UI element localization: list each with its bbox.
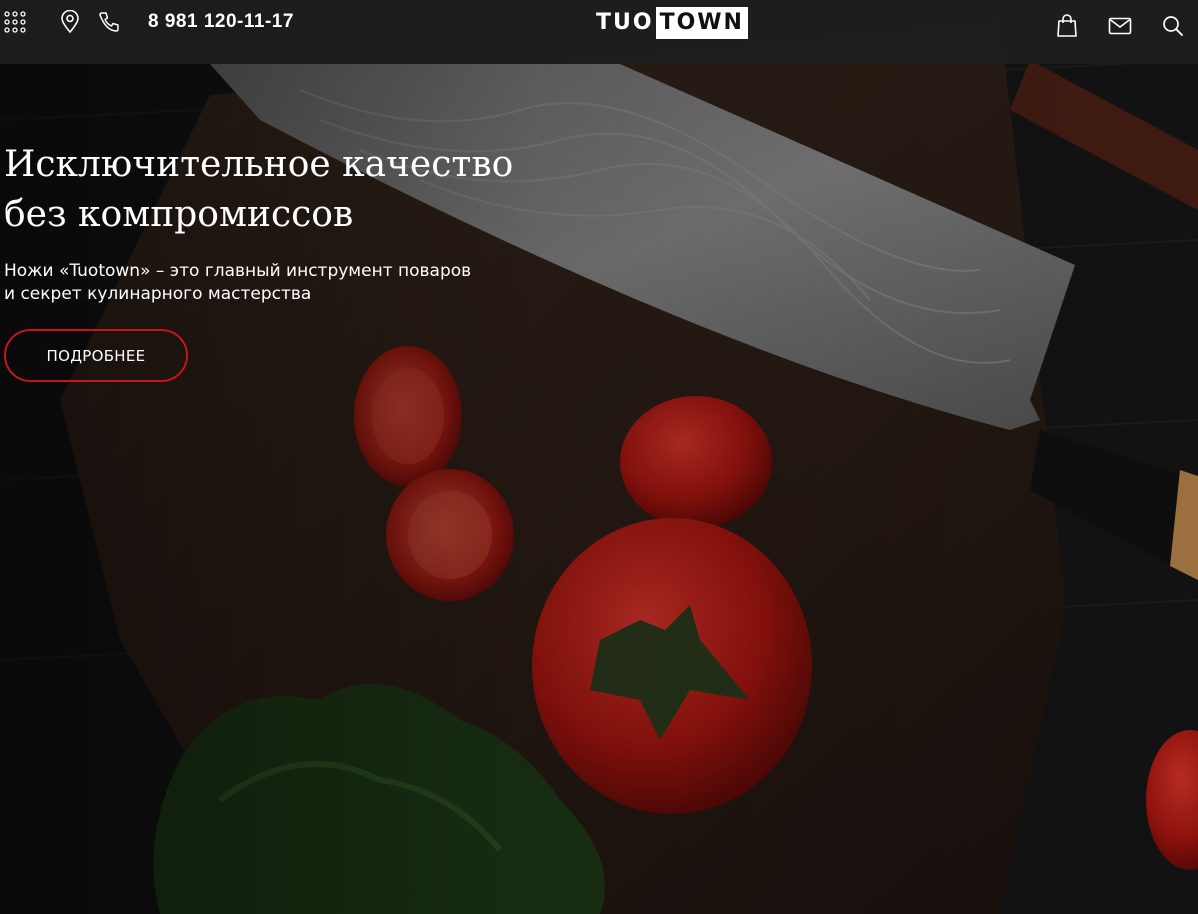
grid-dots-icon[interactable] bbox=[4, 11, 26, 33]
header-left-group: 8 981 120-11-17 bbox=[4, 0, 294, 44]
hero-subtitle: Ножи «Tuotown» – это главный инструмент … bbox=[4, 261, 472, 304]
shopping-bag-icon[interactable] bbox=[1056, 14, 1078, 38]
logo-part-town: TOWN bbox=[655, 7, 748, 39]
header-phone-number[interactable]: 8 981 120-11-17 bbox=[148, 11, 294, 33]
hero-dark-overlay bbox=[0, 0, 1198, 914]
hero-title: Исключительное качество без компромиссов bbox=[4, 144, 514, 235]
search-icon[interactable] bbox=[1162, 15, 1184, 37]
site-header: 8 981 120-11-17 TUO TOWN bbox=[0, 0, 1198, 64]
hero-background-image bbox=[0, 0, 1198, 914]
logo-part-tuo: TUO bbox=[596, 10, 654, 35]
more-details-button[interactable]: ПОДРОБНЕЕ bbox=[4, 329, 188, 382]
location-pin-icon[interactable] bbox=[60, 10, 80, 34]
tuotown-logo[interactable]: TUO TOWN bbox=[594, 7, 748, 39]
header-right-group bbox=[1056, 0, 1184, 52]
phone-icon[interactable] bbox=[98, 11, 120, 33]
mail-icon[interactable] bbox=[1108, 17, 1132, 35]
